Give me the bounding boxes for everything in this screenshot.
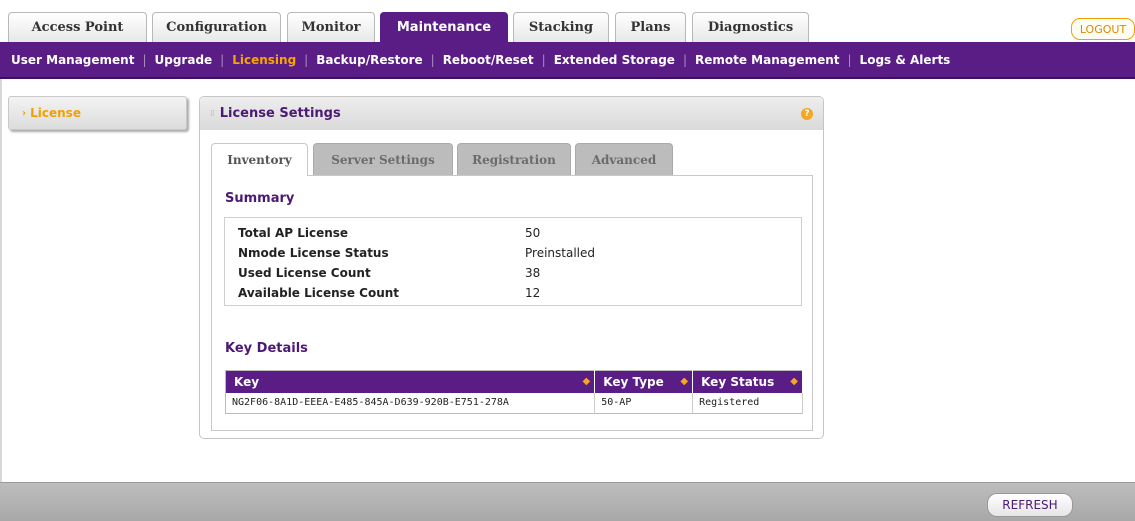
sidebar-item-license[interactable]: › License [8, 96, 187, 130]
tab-plans[interactable]: Plans [615, 12, 686, 42]
key-type-cell: 50-AP [594, 392, 694, 414]
column-header-key-type[interactable]: Key Type ◆ [594, 370, 694, 393]
summary-row: Available License Count 12 [238, 286, 798, 302]
summary-label: Total AP License [238, 226, 349, 240]
left-edge-divider [0, 79, 2, 482]
column-header-key[interactable]: Key ◆ [225, 370, 596, 393]
table-header-row: Key ◆ Key Type ◆ Key Status ◆ [225, 370, 803, 393]
inner-tab-bar: Inventory Server Settings Registration A… [211, 143, 813, 176]
top-tab-bar: Access Point Configuration Monitor Maint… [0, 0, 1135, 42]
table-row: NG2F06-8A1D-EEEA-E485-845A-D639-920B-E75… [225, 392, 803, 414]
tab-configuration[interactable]: Configuration [152, 12, 281, 42]
tab-monitor[interactable]: Monitor [287, 12, 375, 42]
subnav-separator: | [541, 52, 546, 67]
subnav-logs-alerts[interactable]: Logs & Alerts [860, 53, 951, 67]
tab-stacking[interactable]: Stacking [513, 12, 609, 42]
tab-inventory[interactable]: Inventory [211, 143, 308, 176]
sort-icon[interactable]: ◆ [583, 376, 591, 387]
panel-header: ⁞⁞ License Settings ? [200, 97, 823, 130]
refresh-button[interactable]: REFRESH [987, 493, 1073, 517]
key-cell: NG2F06-8A1D-EEEA-E485-845A-D639-920B-E75… [225, 392, 596, 414]
subnav-upgrade[interactable]: Upgrade [155, 53, 213, 67]
license-settings-panel: ⁞⁞ License Settings ? Inventory Server S… [199, 96, 824, 439]
summary-value: 12 [525, 286, 541, 300]
subnav-licensing[interactable]: Licensing [232, 53, 296, 67]
subnav-backup-restore[interactable]: Backup/Restore [316, 53, 422, 67]
tab-registration[interactable]: Registration [457, 143, 571, 175]
drag-handle-icon: ⁞⁞ [210, 108, 215, 119]
subnav-separator: | [304, 52, 309, 67]
summary-value: Preinstalled [525, 246, 595, 260]
subnav-separator: | [847, 52, 852, 67]
subnav-user-management[interactable]: User Management [11, 53, 134, 67]
summary-label: Available License Count [238, 286, 400, 300]
sort-icon[interactable]: ◆ [680, 376, 688, 387]
sub-nav-bar: User Management | Upgrade | Licensing | … [0, 42, 1135, 79]
column-header-label: Key [234, 374, 260, 389]
subnav-separator: | [220, 52, 225, 67]
summary-title: Summary [225, 191, 295, 206]
summary-row: Used License Count 38 [238, 266, 798, 282]
summary-value: 38 [525, 266, 541, 280]
subnav-remote-management[interactable]: Remote Management [695, 53, 840, 67]
tab-access-point[interactable]: Access Point [8, 12, 147, 42]
key-details-title: Key Details [225, 341, 308, 356]
sort-icon[interactable]: ◆ [790, 376, 798, 387]
summary-box: Total AP License 50 Nmode License Status… [224, 217, 802, 306]
panel-title: License Settings [219, 106, 341, 121]
subnav-extended-storage[interactable]: Extended Storage [554, 53, 675, 67]
subnav-reboot-reset[interactable]: Reboot/Reset [443, 53, 534, 67]
summary-label: Nmode License Status [238, 246, 389, 260]
summary-row: Total AP License 50 [238, 226, 798, 242]
key-status-cell: Registered [692, 392, 803, 414]
column-header-label: Key Status [701, 374, 775, 389]
logout-button[interactable]: LOGOUT [1071, 18, 1135, 40]
arrow-right-icon: › [22, 107, 27, 119]
tab-diagnostics[interactable]: Diagnostics [692, 12, 809, 42]
summary-label: Used License Count [238, 266, 371, 280]
tab-maintenance[interactable]: Maintenance [380, 12, 508, 42]
summary-row: Nmode License Status Preinstalled [238, 246, 798, 262]
subnav-separator: | [682, 52, 687, 67]
column-header-label: Key Type [603, 374, 664, 389]
tab-server-settings[interactable]: Server Settings [313, 143, 453, 175]
inventory-tab-body: Summary Total AP License 50 Nmode Licens… [211, 175, 813, 431]
bottom-action-bar: REFRESH [0, 482, 1135, 521]
column-header-key-status[interactable]: Key Status ◆ [692, 370, 803, 393]
subnav-separator: | [430, 52, 435, 67]
tab-advanced[interactable]: Advanced [575, 143, 673, 175]
summary-value: 50 [525, 226, 541, 240]
help-icon[interactable]: ? [801, 108, 813, 120]
sidebar-item-label: License [30, 106, 81, 120]
key-details-table: Key ◆ Key Type ◆ Key Status ◆ NG2F06-8A1… [225, 370, 803, 414]
subnav-separator: | [142, 52, 147, 67]
